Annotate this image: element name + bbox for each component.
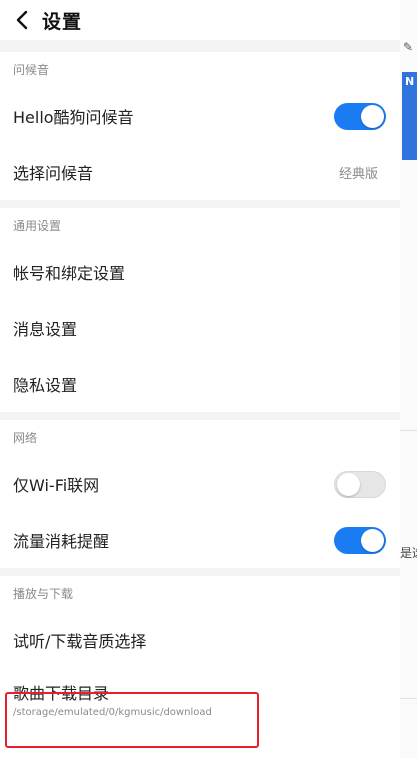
wifi-only-label: 仅Wi-Fi联网 xyxy=(13,476,100,495)
section-divider xyxy=(0,40,400,52)
section-label-playback: 播放与下载 xyxy=(0,576,400,612)
chevron-left-icon xyxy=(16,10,28,30)
header-bar: 设置 xyxy=(0,0,400,40)
section-label-greeting: 问候音 xyxy=(0,52,400,88)
select-greeting-row[interactable]: 选择问候音 经典版 xyxy=(0,144,400,200)
background-edge-text: 是选 xyxy=(400,546,417,560)
page-title: 设置 xyxy=(42,10,83,33)
toggle-knob xyxy=(361,528,384,552)
download-directory-label: 歌曲下载目录 xyxy=(13,684,110,703)
wifi-only-toggle[interactable] xyxy=(334,470,386,498)
wifi-only-row[interactable]: 仅Wi-Fi联网 xyxy=(0,456,400,512)
account-binding-row[interactable]: 帐号和绑定设置 xyxy=(0,244,400,300)
download-directory-row[interactable]: 歌曲下载目录 /storage/emulated/0/kgmusic/downl… xyxy=(0,668,400,730)
back-button[interactable] xyxy=(10,8,34,32)
message-settings-label: 消息设置 xyxy=(13,320,78,339)
section-label-network: 网络 xyxy=(0,420,400,456)
traffic-reminder-row[interactable]: 流量消耗提醒 xyxy=(0,512,400,568)
background-divider xyxy=(400,430,417,431)
privacy-settings-row[interactable]: 隐私设置 xyxy=(0,356,400,412)
section-divider xyxy=(0,200,400,208)
message-settings-row[interactable]: 消息设置 xyxy=(0,300,400,356)
select-greeting-label: 选择问候音 xyxy=(13,164,94,183)
background-page-edge: ✎ N 是选 xyxy=(400,0,417,758)
audio-quality-row[interactable]: 试听/下载音质选择 xyxy=(0,612,400,668)
select-greeting-value: 经典版 xyxy=(338,166,378,182)
privacy-settings-label: 隐私设置 xyxy=(13,376,78,395)
toggle-knob xyxy=(337,472,360,496)
settings-panel: 设置 问候音 Hello酷狗问候音 选择问候音 经典版 通用设置 帐号和绑定设置… xyxy=(0,0,400,758)
toggle-knob xyxy=(361,104,384,128)
background-badge-letter: N xyxy=(405,75,415,88)
hello-greeting-label: Hello酷狗问候音 xyxy=(13,108,134,127)
section-divider xyxy=(0,568,400,576)
account-binding-label: 帐号和绑定设置 xyxy=(13,264,126,283)
traffic-reminder-toggle[interactable] xyxy=(334,526,386,554)
section-divider xyxy=(0,412,400,420)
hello-greeting-toggle[interactable] xyxy=(334,102,386,130)
traffic-reminder-label: 流量消耗提醒 xyxy=(13,532,110,551)
audio-quality-label: 试听/下载音质选择 xyxy=(13,632,147,651)
section-label-general: 通用设置 xyxy=(0,208,400,244)
background-divider xyxy=(400,698,417,699)
brush-icon: ✎ xyxy=(403,40,414,54)
hello-greeting-row[interactable]: Hello酷狗问候音 xyxy=(0,88,400,144)
download-directory-path: /storage/emulated/0/kgmusic/download xyxy=(13,707,212,718)
